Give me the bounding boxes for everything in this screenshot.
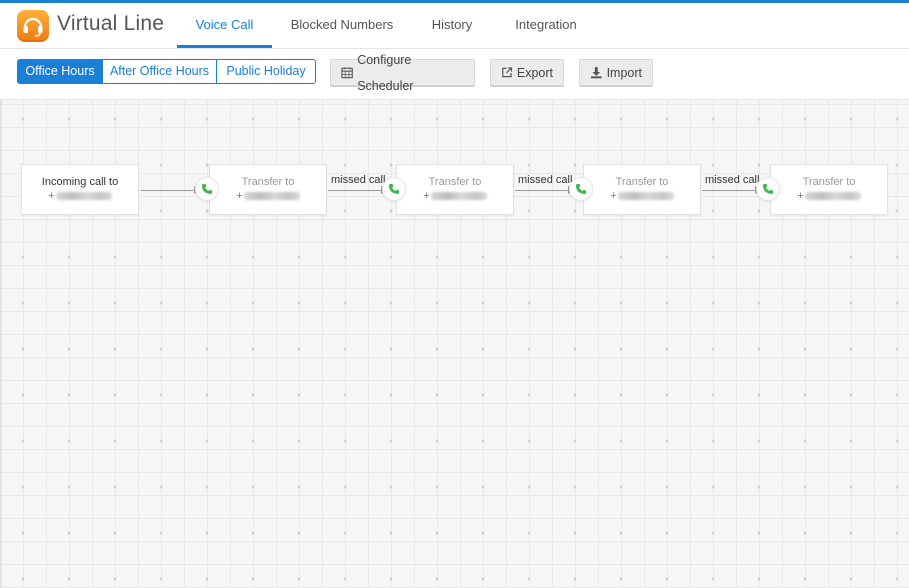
flow-edge-2 (328, 186, 388, 194)
redacted-number (804, 192, 861, 200)
headset-icon (23, 17, 43, 37)
step-phone-badge-3[interactable] (569, 177, 593, 201)
flow-node-incoming[interactable]: Incoming call to + (21, 164, 139, 215)
export-label: Export (516, 65, 553, 80)
tab-history[interactable]: History (412, 3, 492, 48)
edge-label-missed-call-3: missed call (705, 174, 760, 186)
redacted-number (243, 192, 300, 200)
segment-after-office-hours[interactable]: After Office Hours (103, 59, 217, 84)
schedule-segment-control: Office Hours After Office Hours Public H… (17, 59, 316, 84)
calendar-icon (341, 67, 353, 79)
flow-node-transfer-2[interactable]: Transfer to + (396, 164, 514, 215)
edge-label-missed-call-2: missed call (518, 174, 573, 186)
number-prefix: + (423, 190, 430, 202)
redacted-number (430, 192, 487, 200)
app-title: Virtual Line (57, 12, 165, 35)
edge-label-missed-call-1: missed call (331, 174, 386, 186)
app-header: Virtual Line Voice Call Blocked Numbers … (0, 3, 909, 49)
number-prefix: + (797, 190, 804, 202)
tab-blocked-numbers[interactable]: Blocked Numbers (272, 3, 412, 48)
export-button[interactable]: Export (490, 59, 564, 87)
number-prefix: + (610, 190, 617, 202)
node-title: Incoming call to (41, 176, 119, 188)
flow-edge-1 (141, 186, 201, 194)
node-number: + (584, 190, 700, 202)
node-number: + (210, 190, 326, 202)
tab-integration[interactable]: Integration (492, 3, 600, 48)
segment-office-hours[interactable]: Office Hours (17, 59, 103, 84)
step-phone-badge-2[interactable] (382, 177, 406, 201)
flow-canvas[interactable]: Incoming call to + Transfer to + missed … (2, 100, 909, 588)
phone-icon (576, 184, 586, 194)
step-phone-badge-4[interactable] (756, 177, 780, 201)
number-prefix: + (48, 190, 55, 202)
main-tabs: Voice Call Blocked Numbers History Integ… (177, 3, 600, 48)
download-icon (590, 67, 602, 79)
import-button[interactable]: Import (579, 59, 653, 87)
node-title: Transfer to (802, 176, 856, 188)
toolbar: Office Hours After Office Hours Public H… (0, 49, 909, 100)
app-logo (17, 10, 49, 42)
node-title: Transfer to (615, 176, 669, 188)
flow-node-transfer-3[interactable]: Transfer to + (583, 164, 701, 215)
phone-icon (763, 184, 773, 194)
segment-public-holiday[interactable]: Public Holiday (217, 59, 316, 84)
redacted-number (55, 192, 112, 200)
configure-scheduler-label: Configure Scheduler (357, 52, 414, 93)
flow-node-transfer-4[interactable]: Transfer to + (770, 164, 888, 215)
flow-node-transfer-1[interactable]: Transfer to + (209, 164, 327, 215)
node-number: + (397, 190, 513, 202)
node-title: Transfer to (428, 176, 482, 188)
node-number: + (22, 190, 138, 202)
phone-icon (202, 184, 212, 194)
tab-voice-call[interactable]: Voice Call (177, 3, 272, 48)
import-label: Import (606, 65, 642, 80)
node-number: + (771, 190, 887, 202)
configure-scheduler-button[interactable]: Configure Scheduler (330, 53, 475, 93)
external-link-icon (502, 67, 513, 78)
phone-icon (389, 184, 399, 194)
redacted-number (617, 192, 674, 200)
node-title: Transfer to (241, 176, 295, 188)
flow-edge-3 (515, 186, 575, 194)
flow-edge-4 (702, 186, 762, 194)
step-phone-badge-1[interactable] (195, 177, 219, 201)
number-prefix: + (236, 190, 243, 202)
